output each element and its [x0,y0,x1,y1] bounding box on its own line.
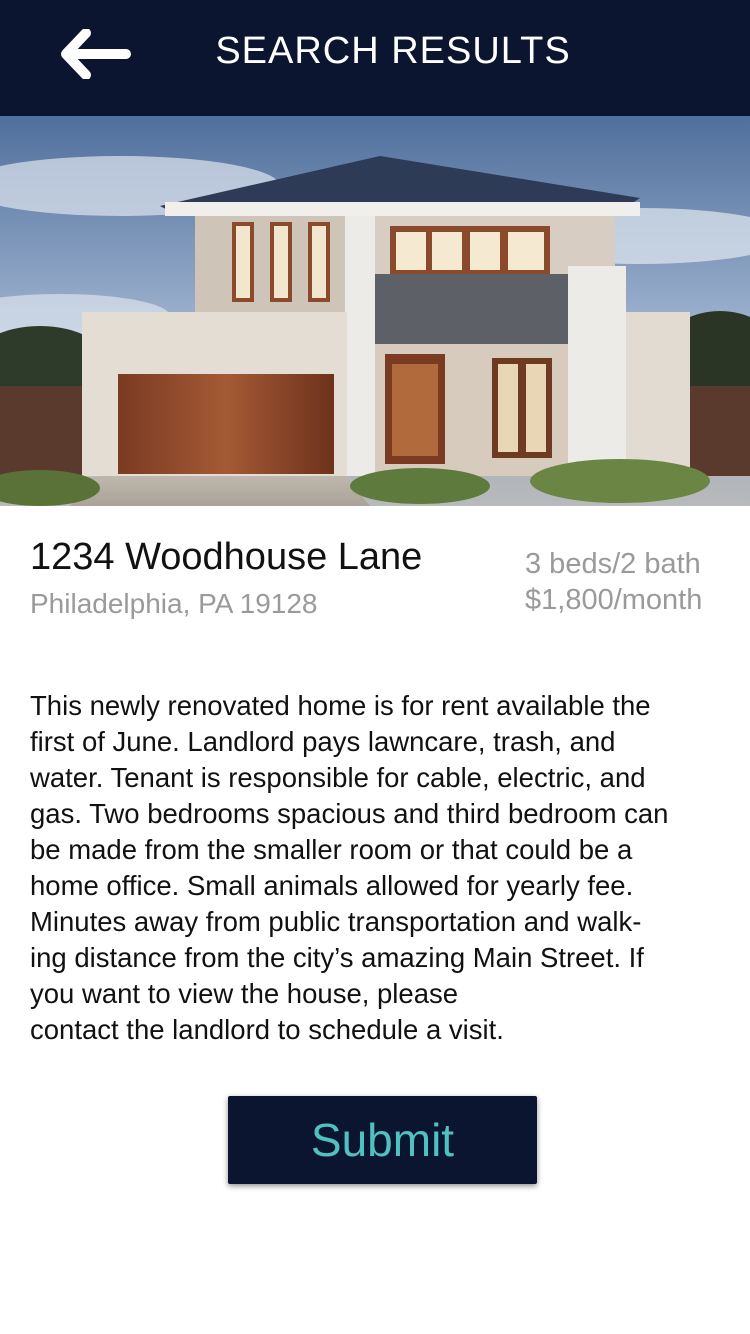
listing-description: This newly renovated home is for rent av… [30,688,720,1048]
description-line: water. Tenant is responsible for cable, … [30,762,646,793]
page-title: SEARCH RESULTS [215,30,571,72]
description-line: This newly renovated home is for rent av… [30,690,651,721]
house-photo [0,116,750,506]
header-bar: SEARCH RESULTS [0,0,750,116]
listing-beds-baths: 3 beds/2 bath [525,548,701,580]
description-line: first of June. Landlord pays lawncare, t… [30,726,616,757]
submit-button[interactable]: Submit [228,1096,537,1184]
description-line: Minutes away from public transportation … [30,906,642,937]
description-line: ing distance from the city’s amazing Mai… [30,942,644,973]
listing-price: $1,800/month [525,584,703,616]
description-line: contact the landlord to schedule a visit… [30,1014,504,1045]
listing-city: Philadelphia, PA 19128 [30,588,318,619]
description-line: gas. Two bedrooms spacious and third bed… [30,798,669,829]
description-line: you want to view the house, please [30,978,459,1009]
description-line: be made from the smaller room or that co… [30,834,633,865]
listing-address: 1234 Woodhouse Lane [30,536,423,578]
description-line: home office. Small animals allowed for y… [30,870,634,901]
